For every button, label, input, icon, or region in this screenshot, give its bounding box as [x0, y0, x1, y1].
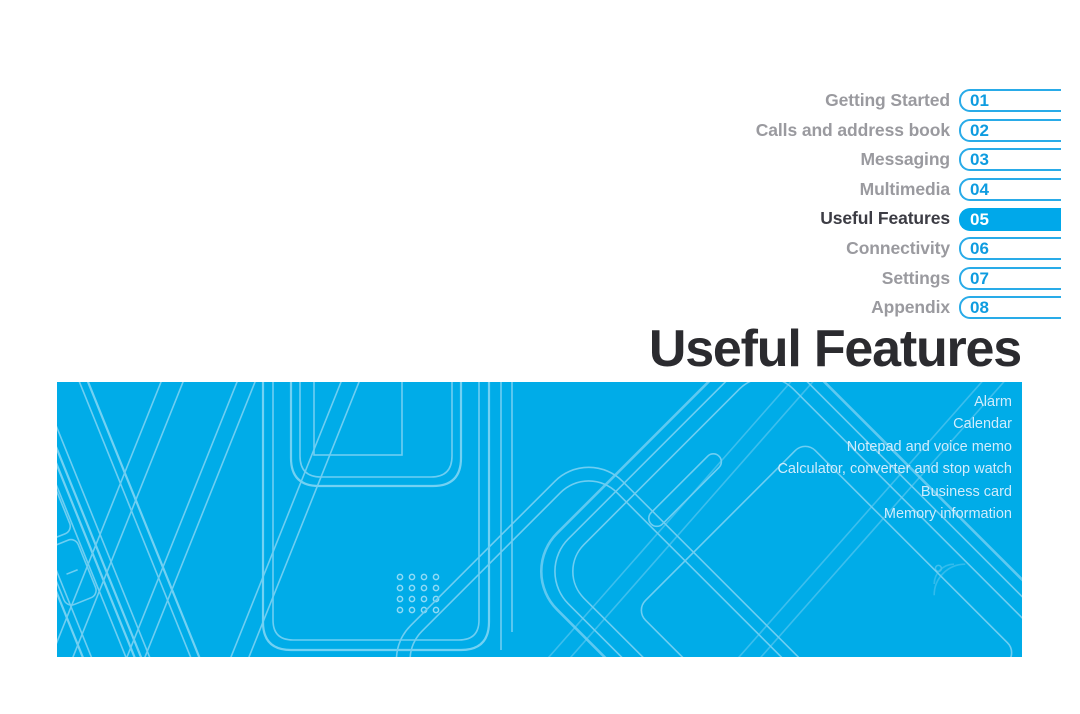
chapter-index-label: Calls and address book: [755, 119, 950, 140]
chapter-index-item-08[interactable]: Appendix 08: [621, 293, 1061, 323]
chapter-number-tab[interactable]: 01: [959, 89, 1061, 113]
chapter-number-tab[interactable]: 08: [959, 296, 1061, 320]
chapter-number-tab[interactable]: 05: [959, 207, 1061, 231]
speaker-grille-dots: [396, 573, 440, 614]
wireless-mark: [933, 563, 966, 596]
chapter-index-item-05[interactable]: Useful Features 05: [621, 204, 1061, 234]
banner-contents-item: Business card: [920, 483, 1012, 500]
chapter-index-item-04[interactable]: Multimedia 04: [621, 175, 1061, 205]
chapter-number-tab[interactable]: 04: [959, 178, 1061, 202]
chapter-index: Getting Started 01 Calls and address book 0…: [621, 86, 1061, 323]
banner-contents-item: Calendar: [953, 416, 1012, 433]
page-title: Useful Features: [648, 320, 1022, 378]
banner-contents-item: Memory information: [883, 506, 1012, 523]
chapter-index-label: Appendix: [871, 297, 950, 318]
chapter-index-item-02[interactable]: Calls and address book 02: [621, 116, 1061, 146]
chapter-number-tab[interactable]: 03: [959, 148, 1061, 172]
banner-contents-item: Calculator, converter and stop watch: [777, 461, 1012, 478]
chapter-number-tab[interactable]: 06: [959, 237, 1061, 261]
chapter-number-tab[interactable]: 07: [959, 266, 1061, 290]
banner-contents-item: Notepad and voice memo: [846, 438, 1012, 455]
banner-contents-item: Alarm: [974, 394, 1012, 410]
banner-contents-list: Alarm Calendar Notepad and voice memo Calcu…: [777, 391, 1012, 525]
hero-banner: .ln { fill:none; stroke:#72d1f3; stroke-…: [57, 382, 1022, 657]
chapter-index-label: Connectivity: [846, 238, 950, 259]
chapter-index-label: Settings: [881, 267, 950, 288]
center-phone-outline: [261, 382, 513, 652]
left-phone-outline: [57, 382, 220, 657]
chapter-index-item-03[interactable]: Messaging 03: [621, 145, 1061, 175]
chapter-index-label: Messaging: [860, 149, 950, 170]
chapter-index-label: Getting Started: [825, 90, 950, 111]
chapter-index-item-06[interactable]: Connectivity 06: [621, 234, 1061, 264]
chapter-index-label: Useful Features: [820, 208, 950, 229]
chapter-number-tab[interactable]: 02: [959, 118, 1061, 142]
chapter-index-label: Multimedia: [859, 178, 951, 199]
chapter-index-item-07[interactable]: Settings 07: [621, 264, 1061, 294]
chapter-index-item-01[interactable]: Getting Started 01: [621, 86, 1061, 116]
